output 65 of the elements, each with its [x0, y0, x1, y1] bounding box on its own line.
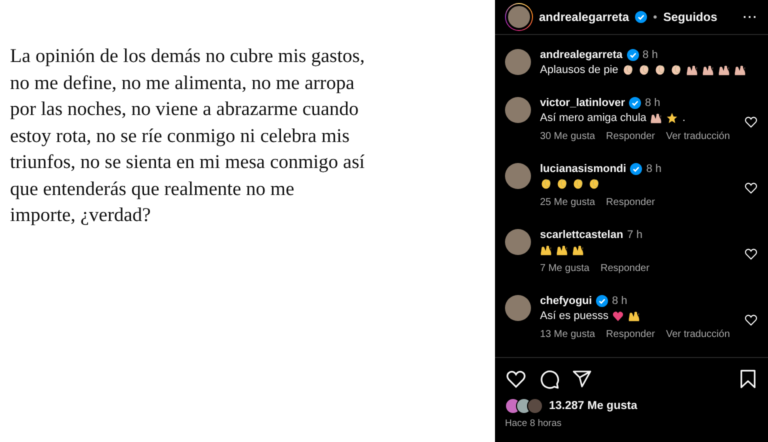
- comment-action-link[interactable]: Ver traducción: [666, 329, 730, 340]
- avatar[interactable]: [505, 163, 531, 189]
- comment-time: 8 h: [644, 97, 660, 109]
- star-icon: [666, 112, 678, 124]
- more-options-menu[interactable]: ···: [743, 10, 758, 24]
- comment-action-link[interactable]: Ver traducción: [666, 131, 730, 142]
- like-heart-icon[interactable]: [744, 247, 758, 261]
- username-link[interactable]: victor_latinlover: [540, 97, 625, 109]
- raised-hands-icon: [540, 244, 552, 256]
- like-heart-icon[interactable]: [505, 368, 527, 390]
- separator-dot: •: [653, 10, 658, 24]
- avatar-story-ring[interactable]: [505, 3, 533, 31]
- comment-time: 7 h: [627, 229, 642, 241]
- comment-likes[interactable]: 7 Me gusta: [540, 263, 590, 274]
- raised-hands-icon: [650, 112, 662, 124]
- clapping-hands-icon: [540, 178, 552, 190]
- avatar: [527, 398, 543, 414]
- username-link[interactable]: andrealegarreta: [540, 49, 623, 61]
- raised-hands-icon: [556, 244, 568, 256]
- comment-time: 8 h: [646, 163, 662, 175]
- quote-text: La opinión de los demás no cubre mis gastos, no me define, no me alimenta, no me arropa por las noches, no viene a abrazarme cuando estoy rota, no se ríe conmigo ni celebra mis triunfos, no se sienta en mi mesa conmigo así que entenderás que realmente no me importe, ¿verdad?: [10, 45, 366, 228]
- comment-likes[interactable]: 30 Me gusta: [540, 131, 596, 142]
- likes-count[interactable]: 13.287 Me gusta: [549, 400, 638, 412]
- username-link[interactable]: andrealegarreta: [539, 10, 630, 24]
- comment-text: Aplausos de pie: [540, 64, 618, 76]
- raised-hands-icon: [686, 64, 698, 76]
- username-link[interactable]: scarlettcastelan: [540, 229, 624, 241]
- avatar[interactable]: [505, 229, 531, 255]
- like-heart-icon[interactable]: [744, 313, 758, 327]
- comment-text: Así mero amiga chula: [540, 112, 646, 124]
- comment-likes[interactable]: 13 Me gusta: [540, 329, 596, 340]
- comment-action-link[interactable]: Responder: [606, 329, 655, 340]
- raised-hands-icon: [734, 64, 746, 76]
- comment-punctuation: .: [682, 112, 686, 124]
- comment-icon[interactable]: [539, 368, 560, 390]
- avatar[interactable]: [505, 295, 531, 321]
- comment-action-link[interactable]: Responder: [606, 131, 655, 142]
- avatar[interactable]: [505, 49, 531, 75]
- username-link[interactable]: lucianasismondi: [540, 163, 626, 175]
- avatar[interactable]: [505, 97, 531, 123]
- username-link[interactable]: chefyogui: [540, 295, 592, 307]
- comment-text: Así es puesss: [540, 310, 608, 322]
- comment-time: 8 h: [642, 49, 658, 61]
- like-heart-icon[interactable]: [744, 181, 758, 195]
- raised-hands-icon: [628, 310, 640, 322]
- follow-status[interactable]: Seguidos: [663, 10, 718, 24]
- clapping-hands-icon: [556, 178, 568, 190]
- like-heart-icon[interactable]: [744, 115, 758, 129]
- comment-action-link[interactable]: Responder: [606, 197, 655, 208]
- raised-hands-icon: [572, 244, 584, 256]
- raised-hands-icon: [702, 64, 714, 76]
- share-icon[interactable]: [572, 369, 592, 389]
- comment-action-link[interactable]: Responder: [600, 263, 650, 274]
- clapping-hands-icon: [638, 64, 650, 76]
- raised-hands-icon: [718, 64, 730, 76]
- clapping-hands-icon: [670, 64, 682, 76]
- heart-icon: [612, 310, 624, 322]
- post-time: Hace 8 horas: [504, 417, 563, 431]
- clapping-hands-icon: [622, 64, 634, 76]
- clapping-hands-icon: [572, 178, 584, 190]
- comment-likes[interactable]: 25 Me gusta: [540, 197, 596, 208]
- bookmark-icon[interactable]: [738, 369, 758, 389]
- clapping-hands-icon: [588, 178, 600, 190]
- clapping-hands-icon: [654, 64, 666, 76]
- comment-time: 8 h: [612, 295, 628, 307]
